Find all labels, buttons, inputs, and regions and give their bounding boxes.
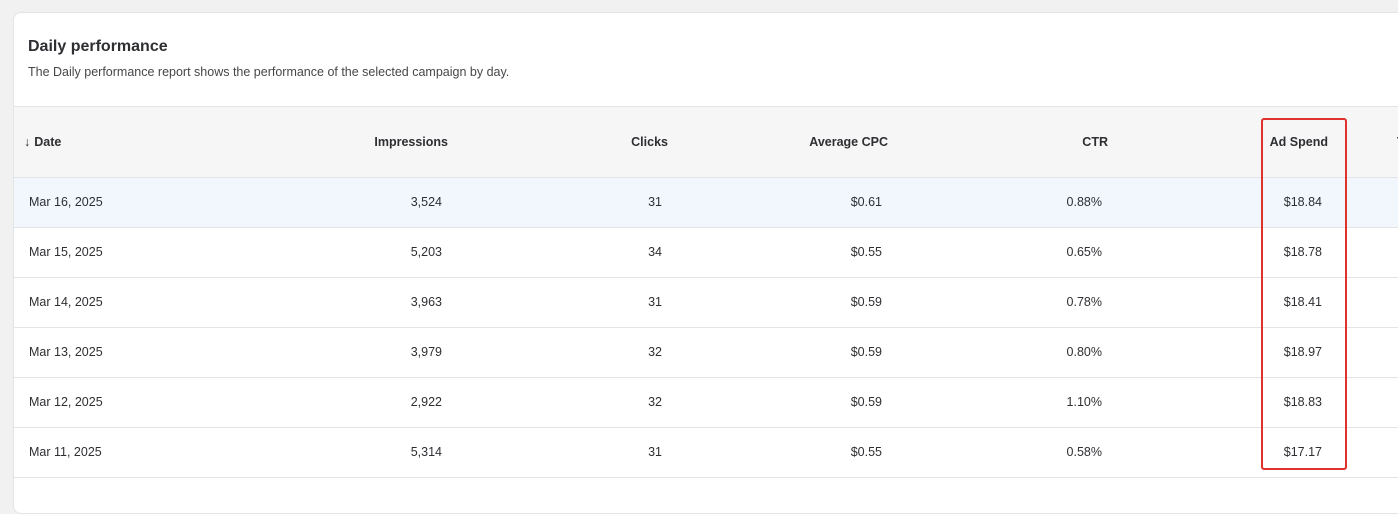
table-footer-partial [14, 478, 1398, 498]
cell-ctr: 0.88% [1066, 195, 1102, 209]
column-header-date-label: Date [34, 135, 62, 149]
cell-date: Mar 16, 2025 [29, 195, 103, 209]
cell-average-cpc: $0.55 [850, 445, 882, 459]
sort-descending-icon[interactable]: ↓ [24, 107, 30, 177]
daily-performance-table: ↓ Date Impressions Clicks Average CPC CTR… [14, 106, 1398, 498]
cell-ad-spend: $18.78 [1283, 245, 1322, 259]
table-row[interactable]: Mar 13, 2025 3,979 32 $0.59 0.80% $18.97 [14, 328, 1398, 378]
cell-clicks: 32 [648, 395, 662, 409]
cell-average-cpc: $0.59 [850, 295, 882, 309]
cell-date: Mar 11, 2025 [29, 445, 102, 459]
cell-ad-spend: $18.41 [1283, 295, 1322, 309]
cell-average-cpc: $0.59 [850, 395, 882, 409]
cell-ctr: 0.78% [1066, 295, 1102, 309]
daily-performance-card: Daily performance The Daily performance … [13, 12, 1398, 514]
cell-ctr: 0.80% [1066, 345, 1102, 359]
cell-ad-spend: $18.84 [1283, 195, 1322, 209]
column-header-ad-spend[interactable]: Ad Spend [1270, 107, 1328, 177]
column-header-average-cpc[interactable]: Average CPC [809, 107, 888, 177]
cell-average-cpc: $0.55 [850, 245, 882, 259]
card-subtitle: The Daily performance report shows the p… [28, 65, 510, 79]
table-row[interactable]: Mar 12, 2025 2,922 32 $0.59 1.10% $18.83 [14, 378, 1398, 428]
cell-average-cpc: $0.59 [850, 345, 882, 359]
cell-ctr: 1.10% [1066, 395, 1102, 409]
cell-impressions: 5,314 [410, 445, 442, 459]
cell-clicks: 32 [648, 345, 662, 359]
cell-clicks: 31 [648, 445, 662, 459]
cell-impressions: 5,203 [410, 245, 442, 259]
cell-clicks: 31 [648, 295, 662, 309]
card-title: Daily performance [28, 38, 168, 55]
cell-ad-spend: $18.97 [1283, 345, 1322, 359]
table-row[interactable]: Mar 15, 2025 5,203 34 $0.55 0.65% $18.78 [14, 228, 1398, 278]
cell-ctr: 0.65% [1066, 245, 1102, 259]
cell-impressions: 3,524 [410, 195, 442, 209]
cell-date: Mar 12, 2025 [29, 395, 103, 409]
cell-date: Mar 13, 2025 [29, 345, 103, 359]
cell-date: Mar 15, 2025 [29, 245, 103, 259]
cell-impressions: 3,979 [410, 345, 442, 359]
cell-ad-spend: $17.17 [1283, 445, 1322, 459]
column-header-ctr[interactable]: CTR [1082, 107, 1108, 177]
cell-ctr: 0.58% [1066, 445, 1102, 459]
cell-clicks: 34 [648, 245, 662, 259]
cell-impressions: 3,963 [410, 295, 442, 309]
column-header-date[interactable]: ↓ Date [24, 107, 61, 177]
cell-impressions: 2,922 [410, 395, 442, 409]
table-row[interactable]: Mar 11, 2025 5,314 31 $0.55 0.58% $17.17 [14, 428, 1398, 478]
cell-ad-spend: $18.83 [1283, 395, 1322, 409]
column-header-impressions[interactable]: Impressions [374, 107, 448, 177]
cell-clicks: 31 [648, 195, 662, 209]
table-row[interactable]: Mar 14, 2025 3,963 31 $0.59 0.78% $18.41 [14, 278, 1398, 328]
table-header: ↓ Date Impressions Clicks Average CPC CTR… [14, 106, 1398, 178]
table-row[interactable]: Mar 16, 2025 3,524 31 $0.61 0.88% $18.84 [14, 178, 1398, 228]
cell-date: Mar 14, 2025 [29, 295, 103, 309]
column-header-clicks[interactable]: Clicks [631, 107, 668, 177]
cell-average-cpc: $0.61 [850, 195, 882, 209]
